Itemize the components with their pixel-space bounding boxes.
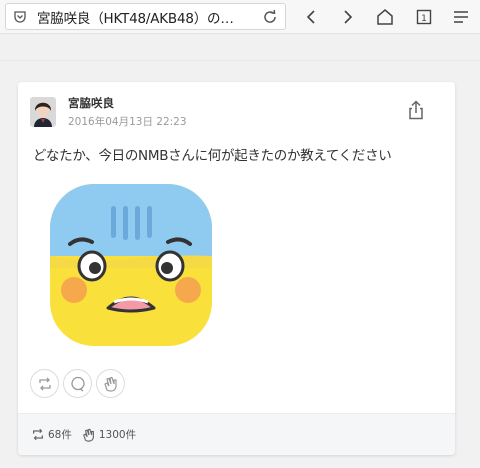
comment-icon[interactable] xyxy=(63,369,92,398)
forward-icon[interactable] xyxy=(335,4,361,30)
repost-count[interactable]: 68件 xyxy=(31,427,72,442)
clap-icon xyxy=(83,428,94,442)
repost-icon xyxy=(33,428,43,441)
share-icon[interactable] xyxy=(404,97,428,123)
worried-face-sticker[interactable] xyxy=(50,184,212,346)
post-card: 宮脇咲良 2016年04月13日 22:23 どなたか、今日のNMBさんに何が起… xyxy=(18,82,455,455)
back-icon[interactable] xyxy=(298,4,324,30)
pocket-icon[interactable] xyxy=(9,6,31,28)
tabs-icon[interactable]: 1 xyxy=(411,4,437,30)
tab-count: 1 xyxy=(421,14,427,24)
home-icon[interactable] xyxy=(372,4,398,30)
menu-icon[interactable] xyxy=(448,4,474,30)
avatar[interactable] xyxy=(30,97,56,127)
background-divider xyxy=(0,60,480,61)
clap-count[interactable]: 1300件 xyxy=(82,427,136,442)
username[interactable]: 宮脇咲良 xyxy=(68,95,114,111)
clap-icon[interactable] xyxy=(96,369,125,398)
reload-icon[interactable] xyxy=(258,5,282,29)
browser-toolbar: 宮脇咲良（HKT48/AKB48）の… 1 xyxy=(0,0,480,34)
post-stats: 68件 1300件 xyxy=(18,413,455,455)
post-timestamp[interactable]: 2016年04月13日 22:23 xyxy=(68,114,187,129)
post-actions xyxy=(30,369,125,398)
address-bar[interactable]: 宮脇咲良（HKT48/AKB48）の… xyxy=(5,3,286,30)
repost-icon[interactable] xyxy=(30,369,59,398)
repost-count-label: 68件 xyxy=(48,429,72,441)
clap-count-label: 1300件 xyxy=(98,429,137,441)
post-text: どなたか、今日のNMBさんに何が起きたのか教えてください xyxy=(33,148,392,164)
page-title: 宮脇咲良（HKT48/AKB48）の… xyxy=(37,10,234,27)
